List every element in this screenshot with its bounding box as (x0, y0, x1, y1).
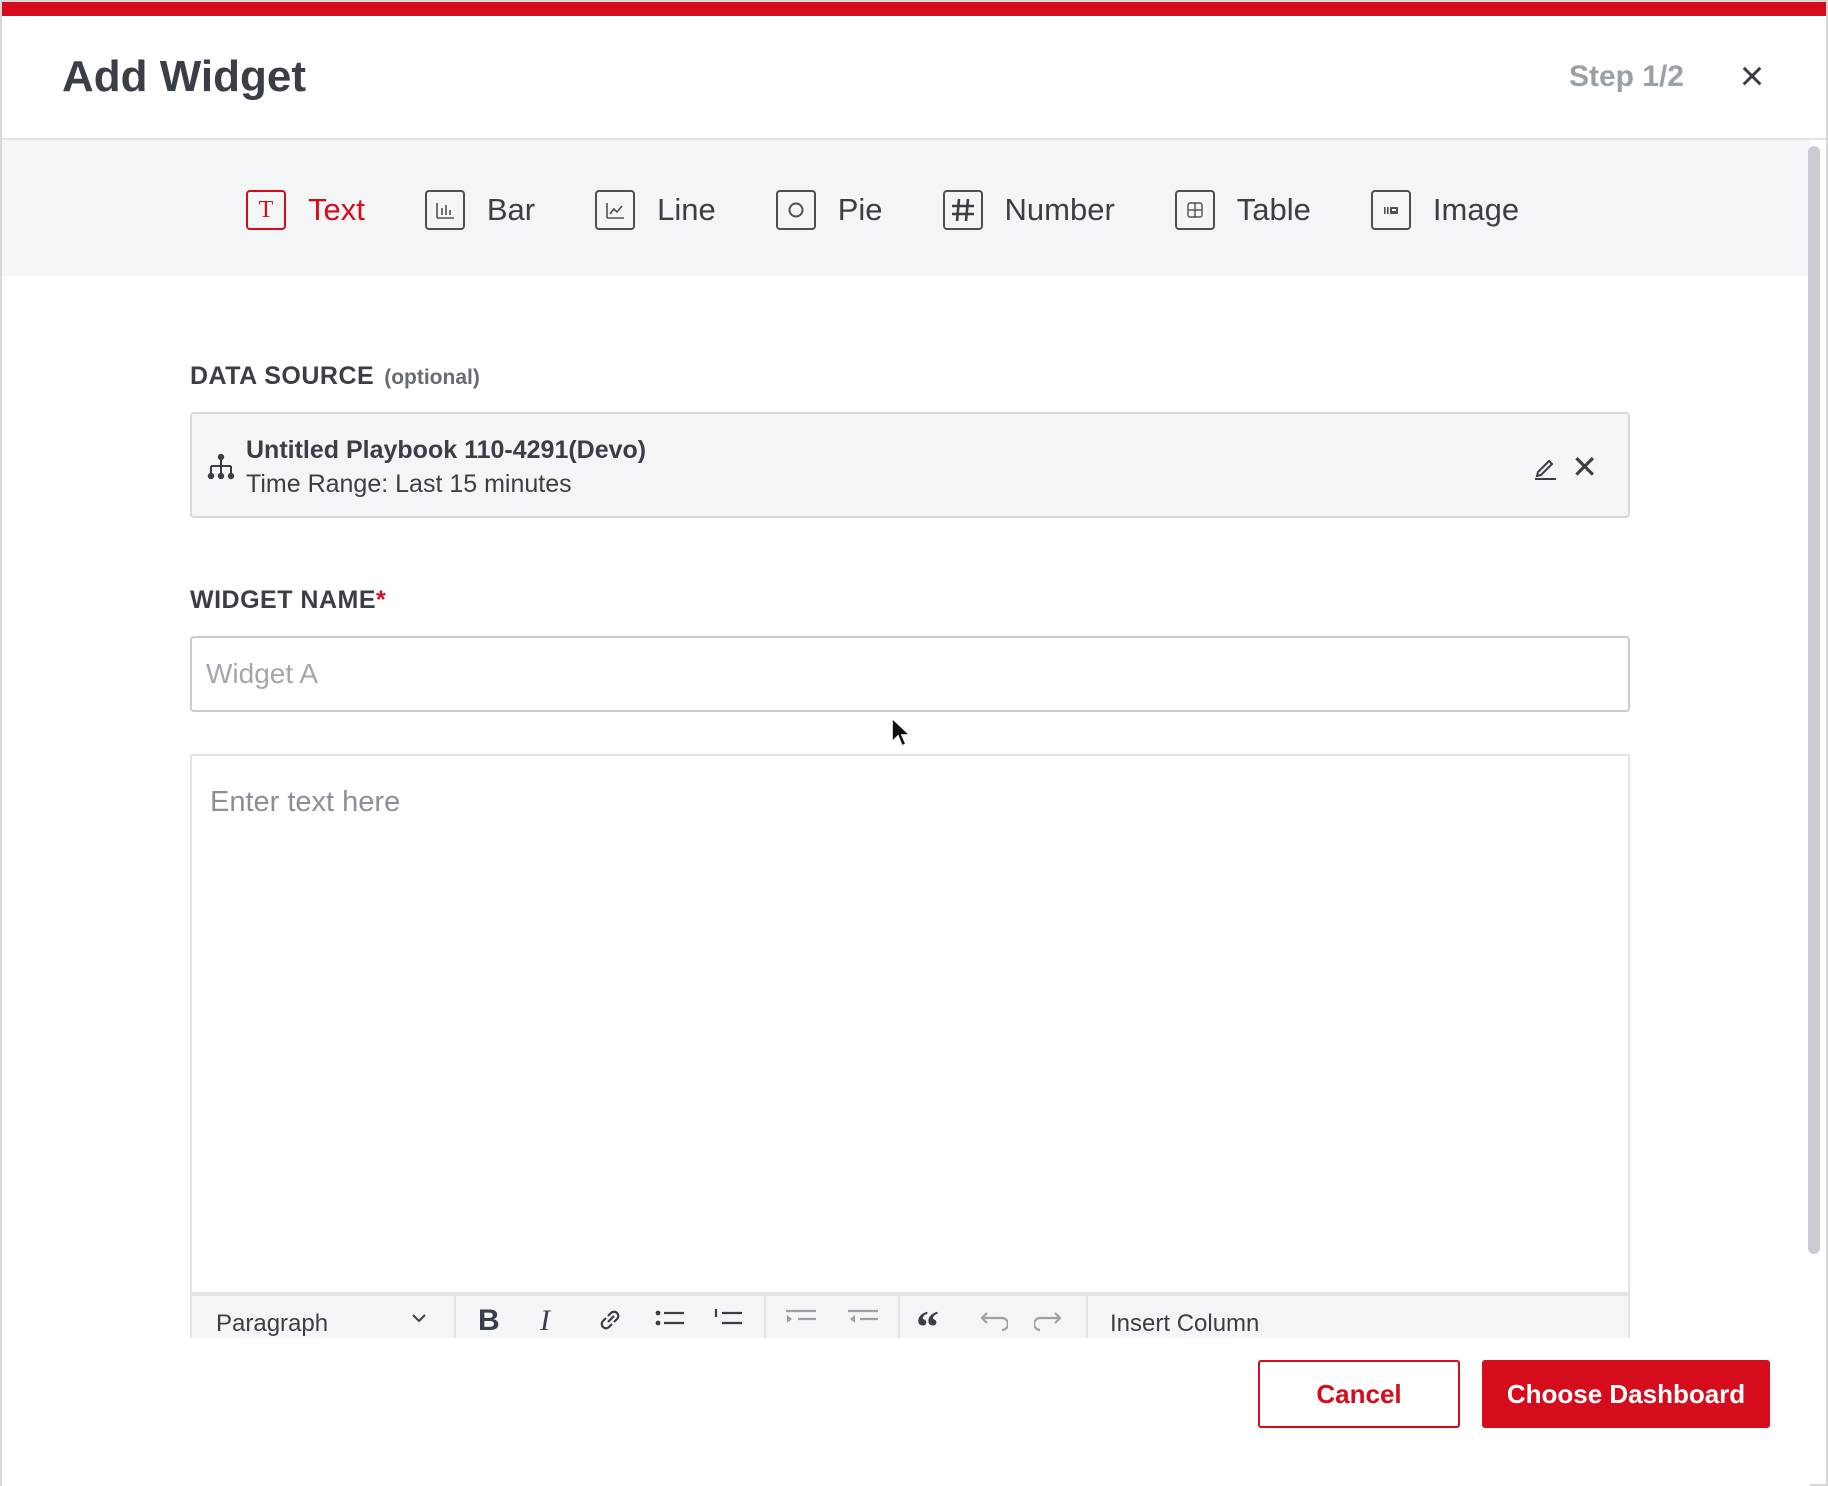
scrollbar-thumb[interactable] (1808, 146, 1820, 1254)
pie-chart-icon (775, 190, 816, 230)
widget-name-label-text: WIDGET NAME (190, 586, 377, 614)
tab-label: Pie (837, 192, 883, 227)
hierarchy-icon (206, 452, 236, 482)
widget-name-input[interactable] (190, 636, 1630, 712)
modal-title: Add Widget (62, 52, 306, 101)
step-indicator: Step 1/2 (1568, 60, 1684, 93)
tab-label: Text (308, 192, 365, 227)
bar-chart-icon (424, 190, 465, 230)
modal-footer: Cancel Choose Dashboard (2, 1338, 1810, 1486)
data-source-card: Untitled Playbook 110-4291(Devo) Time Ra… (190, 412, 1630, 518)
blockquote-icon[interactable]: “ (916, 1300, 939, 1338)
image-icon (1370, 190, 1411, 230)
widget-name-label: WIDGET NAME* (190, 586, 386, 615)
modal-header: Add Widget Step 1/2 × (2, 16, 1826, 140)
tab-number[interactable]: Number (942, 190, 1115, 230)
text-editor[interactable]: Enter text here (190, 754, 1630, 1294)
toolbar-divider (764, 1296, 766, 1338)
remove-data-source-icon[interactable]: ✕ (1571, 448, 1598, 486)
choose-dashboard-button[interactable]: Choose Dashboard (1482, 1360, 1770, 1428)
toolbar-divider (898, 1296, 900, 1338)
editor-placeholder: Enter text here (210, 786, 401, 818)
cancel-button[interactable]: Cancel (1258, 1360, 1460, 1428)
hash-icon (942, 190, 983, 230)
required-mark: * (376, 586, 387, 614)
chevron-down-icon[interactable] (410, 1306, 428, 1334)
redo-icon[interactable] (1032, 1308, 1066, 1338)
data-source-label-text: DATA SOURCE (190, 362, 375, 390)
widget-type-bar: T Text Bar Line Pie Number Table Image (2, 140, 1810, 276)
tab-label: Image (1432, 192, 1520, 227)
data-source-label: DATA SOURCE (optional) (190, 362, 480, 391)
text-icon: T (246, 190, 286, 230)
bullet-list-icon[interactable] (654, 1308, 686, 1338)
block-format-select[interactable]: Paragraph (216, 1310, 328, 1338)
tab-image[interactable]: Image (1370, 190, 1520, 230)
tab-label: Bar (486, 192, 536, 227)
bold-icon[interactable]: B (478, 1304, 500, 1338)
toolbar-divider (454, 1296, 456, 1338)
tab-bar[interactable]: Bar (424, 190, 536, 230)
insert-column-button[interactable]: Insert Column (1110, 1310, 1259, 1338)
tab-line[interactable]: Line (595, 190, 716, 230)
editor-toolbar: Paragraph B I “ Insert Column (190, 1294, 1630, 1338)
link-icon[interactable] (596, 1306, 624, 1338)
numbered-list-icon[interactable] (712, 1308, 744, 1338)
indent-icon[interactable] (784, 1308, 818, 1338)
mouse-cursor-icon (890, 716, 914, 757)
data-source-time-range: Time Range: Last 15 minutes (246, 470, 572, 498)
line-chart-icon (595, 190, 636, 230)
close-icon[interactable]: × (1732, 55, 1772, 97)
tab-text[interactable]: T Text (246, 190, 365, 230)
tab-table[interactable]: Table (1174, 190, 1311, 230)
tab-label: Line (657, 192, 716, 227)
table-icon (1174, 190, 1215, 230)
accent-bar (2, 2, 1826, 16)
tab-label: Number (1004, 192, 1115, 227)
data-source-name: Untitled Playbook 110-4291(Devo) (246, 436, 647, 464)
italic-icon[interactable]: I (540, 1304, 550, 1338)
undo-icon[interactable] (976, 1308, 1010, 1338)
scrollbar[interactable] (1806, 142, 1822, 1254)
tab-label: Table (1236, 192, 1311, 227)
outdent-icon[interactable] (846, 1308, 880, 1338)
optional-hint: (optional) (384, 366, 480, 389)
tab-pie[interactable]: Pie (775, 190, 883, 230)
add-widget-modal: Add Widget Step 1/2 × T Text Bar Line Pi… (0, 0, 1828, 1486)
edit-pencil-icon[interactable] (1530, 452, 1560, 482)
toolbar-divider (1086, 1296, 1088, 1338)
